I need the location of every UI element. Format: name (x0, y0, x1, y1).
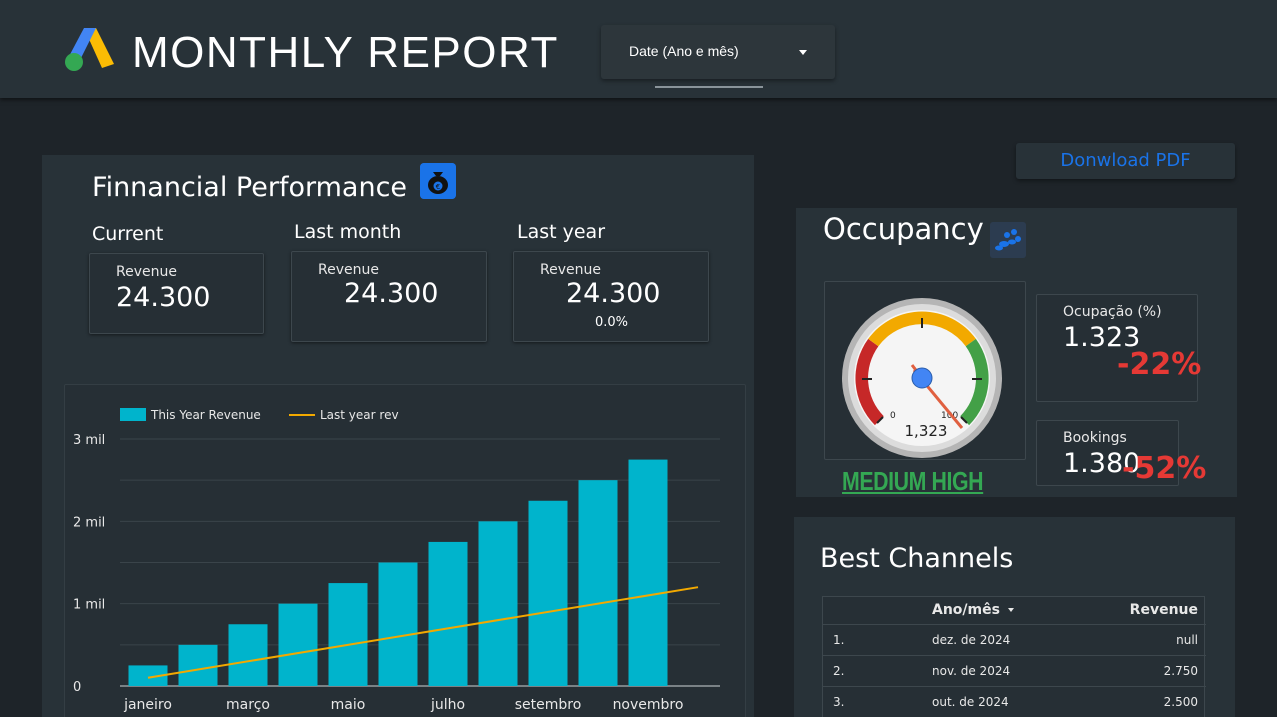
sort-icon[interactable] (1008, 608, 1014, 612)
last-month-label: Last month (294, 221, 402, 243)
last-year-revenue-card: Revenue 24.300 0.0% (513, 251, 709, 342)
kpi-label: Revenue (116, 264, 177, 280)
x-tick-label: julho (430, 697, 465, 713)
occupancy-title: Occupancy (823, 212, 984, 246)
legend-label: This Year Revenue (150, 408, 261, 422)
row-index: 1. (833, 633, 845, 647)
bookings-label: Bookings (1063, 430, 1127, 446)
occupancy-panel: Occupancy 0 100 1,323 MEDIUM HIGH Ocupaç… (796, 208, 1237, 497)
bar (428, 541, 468, 686)
row-index: 3. (833, 695, 845, 709)
x-tick-label: maio (331, 697, 366, 713)
occupancy-level: MEDIUM HIGH (842, 466, 984, 496)
revenue-chart: 0 1 mil 2 mil 3 mil janeiro março maio julho set… (64, 384, 746, 717)
financial-title: Finnancial Performance (92, 172, 408, 203)
table-row[interactable]: 3. out. de 2024 2.500 (823, 686, 1206, 717)
kpi-value: 24.300 (344, 278, 439, 309)
y-tick-label: 1 mil (73, 598, 105, 613)
y-tick-label: 3 mil (73, 433, 105, 448)
occupation-label: Ocupação (%) (1063, 304, 1162, 320)
bar (578, 480, 618, 686)
bar (178, 644, 218, 686)
row-revenue: 2.500 (1163, 695, 1198, 709)
bar (278, 603, 318, 686)
download-pdf-button[interactable]: Donwload PDF (1016, 143, 1235, 179)
column-header-revenue[interactable]: Revenue (1130, 602, 1198, 618)
row-index: 2. (833, 664, 845, 678)
row-revenue: 2.750 (1163, 664, 1198, 678)
page-title: MONTHLY REPORT (132, 28, 559, 77)
x-tick-label: novembro (613, 697, 684, 713)
kpi-label: Revenue (540, 262, 601, 278)
y-tick-label: 0 (73, 680, 81, 695)
current-label: Current (92, 223, 164, 245)
bookings-delta: -52% (1122, 451, 1207, 486)
x-tick-label: janeiro (123, 697, 172, 713)
occupancy-gauge: 0 100 1,323 (824, 281, 1026, 460)
row-date: out. de 2024 (932, 695, 1009, 709)
dropdown-underline (655, 86, 763, 88)
channels-title: Best Channels (820, 543, 1014, 574)
last-year-label: Last year (517, 221, 606, 243)
row-date: nov. de 2024 (932, 664, 1011, 678)
x-tick-label: setembro (515, 697, 582, 713)
table-row[interactable]: 1. dez. de 2024 null (823, 624, 1206, 655)
kpi-change: 0.0% (595, 315, 629, 330)
occupation-delta: -22% (1117, 347, 1202, 382)
kpi-value: 24.300 (566, 278, 661, 309)
bar (378, 562, 418, 686)
google-ads-logo (65, 28, 114, 71)
gauge-value: 1,323 (904, 422, 948, 440)
gauge-min-label: 0 (890, 411, 896, 421)
svg-text:€: € (436, 183, 440, 191)
bar (528, 500, 568, 686)
x-tick-label: março (226, 697, 270, 713)
row-date: dez. de 2024 (932, 633, 1011, 647)
column-header-date[interactable]: Ano/mês (932, 602, 1000, 618)
current-revenue-card: Revenue 24.300 (89, 253, 264, 334)
channels-table: Ano/mês Revenue 1. dez. de 2024 null 2. … (822, 596, 1206, 717)
table-header: Ano/mês Revenue (823, 597, 1206, 623)
occupation-card: Ocupação (%) 1.323 -22% (1036, 294, 1202, 402)
bar (628, 459, 668, 686)
y-tick-label: 2 mil (73, 515, 105, 530)
kpi-label: Revenue (318, 262, 379, 278)
last-month-revenue-card: Revenue 24.300 (291, 251, 487, 342)
kpi-value: 24.300 (116, 282, 211, 313)
financial-panel: Finnancial Performance € Current Last mo… (42, 155, 754, 717)
row-revenue: null (1176, 633, 1198, 647)
money-bag-icon: € (420, 163, 456, 199)
top-header: MONTHLY REPORT Date (Ano e mês) (0, 0, 1277, 98)
people-icon (990, 222, 1026, 258)
chevron-down-icon (799, 50, 807, 55)
legend-swatch-bar (120, 408, 146, 421)
date-filter-dropdown[interactable]: Date (Ano e mês) (601, 25, 835, 79)
bar (228, 624, 268, 686)
bar (328, 583, 368, 686)
best-channels-panel: Best Channels Ano/mês Revenue 1. dez. de… (794, 517, 1235, 717)
table-row[interactable]: 2. nov. de 2024 2.750 (823, 655, 1206, 686)
date-filter-label: Date (Ano e mês) (629, 43, 739, 59)
revenue-chart-svg: 0 1 mil 2 mil 3 mil janeiro março maio julho set… (73, 408, 720, 713)
legend-label: Last year rev (320, 408, 399, 422)
bar (478, 521, 518, 686)
